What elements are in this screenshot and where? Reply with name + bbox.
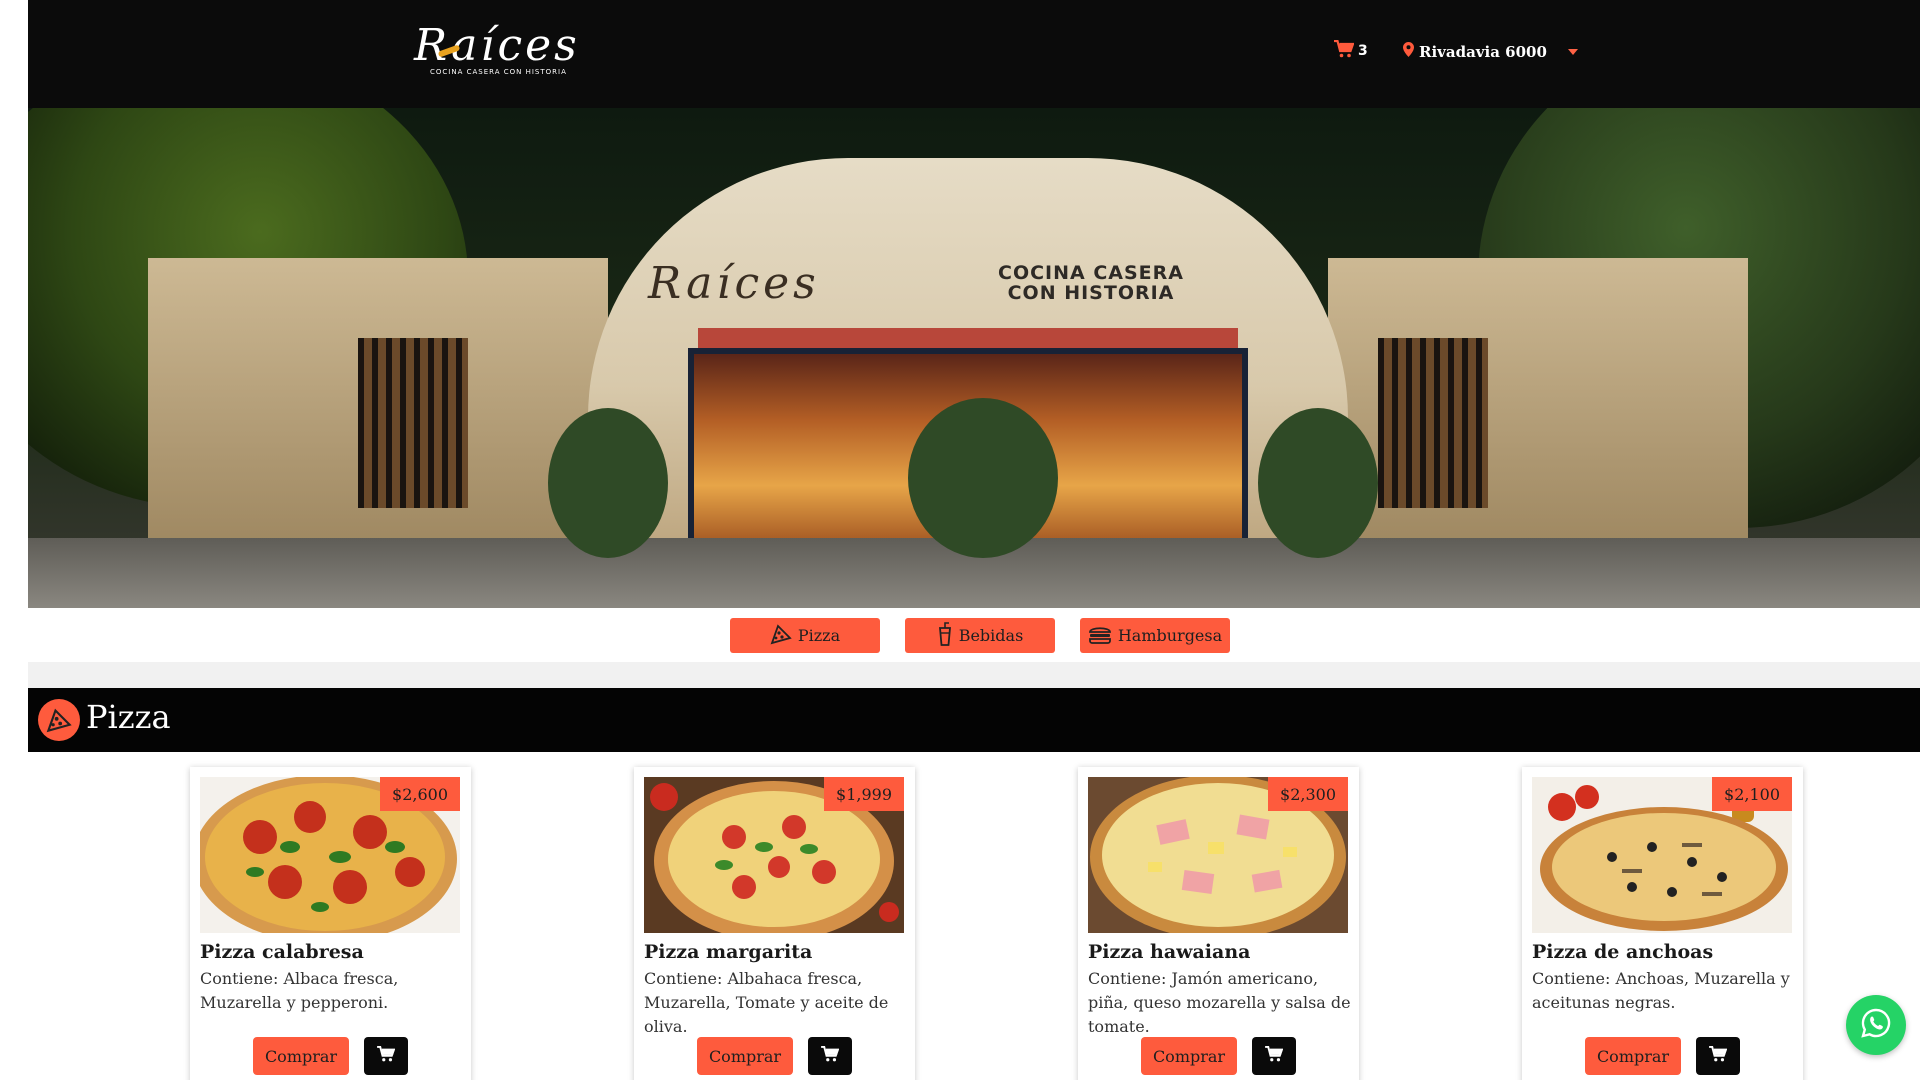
burger-icon: [1088, 624, 1112, 648]
add-to-cart-button[interactable]: [1252, 1037, 1296, 1075]
section-title: Pizza: [86, 698, 171, 736]
side-window-left: [358, 338, 468, 508]
buy-button[interactable]: Comprar: [1585, 1037, 1681, 1075]
cart-count: 3: [1358, 43, 1368, 59]
product-description: Contiene: Albahaca fresca, Muzarella, To…: [644, 969, 889, 1036]
product-image[interactable]: $2,100: [1532, 777, 1792, 933]
drink-icon: [937, 621, 953, 650]
logo-wordmark: Raíces: [414, 20, 580, 71]
cart-button[interactable]: 3: [1334, 39, 1368, 62]
buy-button[interactable]: Comprar: [697, 1037, 793, 1075]
product-name: Pizza hawaiana: [1088, 941, 1251, 963]
price-tag: $2,100: [1712, 777, 1792, 811]
facade-sign-line1: COCINA CASERA: [998, 262, 1184, 284]
price-tag: $2,600: [380, 777, 460, 811]
category-label: Pizza: [797, 626, 841, 645]
product-name: Pizza calabresa: [200, 941, 364, 963]
category-label: Bebidas: [958, 626, 1024, 645]
side-window-right: [1378, 338, 1488, 508]
cart-icon: [821, 1045, 840, 1066]
facade-sign-tagline: COCINA CASERA CON HISTORIA: [998, 263, 1184, 303]
facade-sign-line2: CON HISTORIA: [1007, 282, 1175, 304]
pizza-icon: [38, 699, 80, 741]
add-to-cart-button[interactable]: [808, 1037, 852, 1075]
category-bar: Pizza Bebidas Hamburgesa: [28, 608, 1920, 662]
cart-icon: [1709, 1045, 1728, 1066]
cart-icon: [1265, 1045, 1284, 1066]
site-logo[interactable]: Raíces COCINA CASERA CON HISTORIA: [414, 20, 584, 80]
buy-button[interactable]: Comprar: [1141, 1037, 1237, 1075]
category-button-bebidas[interactable]: Bebidas: [905, 618, 1055, 653]
plant-center: [908, 398, 1058, 558]
whatsapp-icon: [1860, 1007, 1892, 1043]
product-card: $2,600 Pizza calabresa Contiene: Albaca …: [190, 767, 471, 1080]
product-image[interactable]: $2,600: [200, 777, 460, 933]
product-name: Pizza de anchoas: [1532, 941, 1714, 963]
product-card: $2,100 Pizza de anchoas Contiene: Anchoa…: [1522, 767, 1803, 1080]
product-name: Pizza margarita: [644, 941, 813, 963]
add-to-cart-button[interactable]: [1696, 1037, 1740, 1075]
whatsapp-button[interactable]: [1846, 995, 1906, 1055]
add-to-cart-button[interactable]: [364, 1037, 408, 1075]
product-description: Contiene: Albaca fresca, Muzarella y pep…: [200, 969, 399, 1012]
pizza-icon: [770, 623, 792, 649]
facade-sign-name: Raíces: [648, 258, 820, 309]
top-navbar: Raíces COCINA CASERA CON HISTORIA 3 Riva…: [28, 0, 1920, 108]
location-selector[interactable]: Rivadavia 6000: [1403, 42, 1578, 61]
logo-tagline: COCINA CASERA CON HISTORIA: [430, 68, 567, 76]
price-tag: $1,999: [824, 777, 904, 811]
location-label: Rivadavia 6000: [1419, 42, 1547, 61]
product-description: Contiene: Anchoas, Muzarella y aceitunas…: [1532, 969, 1790, 1012]
price-tag: $2,300: [1268, 777, 1348, 811]
product-description: Contiene: Jamón americano, piña, queso m…: [1088, 969, 1351, 1036]
category-label: Hamburgesa: [1117, 626, 1223, 645]
product-card: $2,300 Pizza hawaiana Contiene: Jamón am…: [1078, 767, 1359, 1080]
category-button-hamburgesa[interactable]: Hamburgesa: [1080, 618, 1230, 653]
buy-button[interactable]: Comprar: [253, 1037, 349, 1075]
cart-icon: [377, 1045, 396, 1066]
product-image[interactable]: $2,300: [1088, 777, 1348, 933]
plant-right: [1258, 408, 1378, 558]
product-image[interactable]: $1,999: [644, 777, 904, 933]
product-card: $1,999 Pizza margarita Contiene: Albahac…: [634, 767, 915, 1080]
cart-icon: [1334, 39, 1355, 62]
hero-banner: Raíces COCINA CASERA CON HISTORIA: [28, 108, 1920, 608]
map-pin-icon: [1403, 42, 1414, 61]
plant-left: [548, 408, 668, 558]
chevron-down-icon[interactable]: [1567, 48, 1578, 55]
category-button-pizza[interactable]: Pizza: [730, 618, 880, 653]
section-header-pizza: Pizza: [28, 688, 1920, 752]
page: Raíces COCINA CASERA CON HISTORIA 3 Riva…: [28, 0, 1920, 1080]
